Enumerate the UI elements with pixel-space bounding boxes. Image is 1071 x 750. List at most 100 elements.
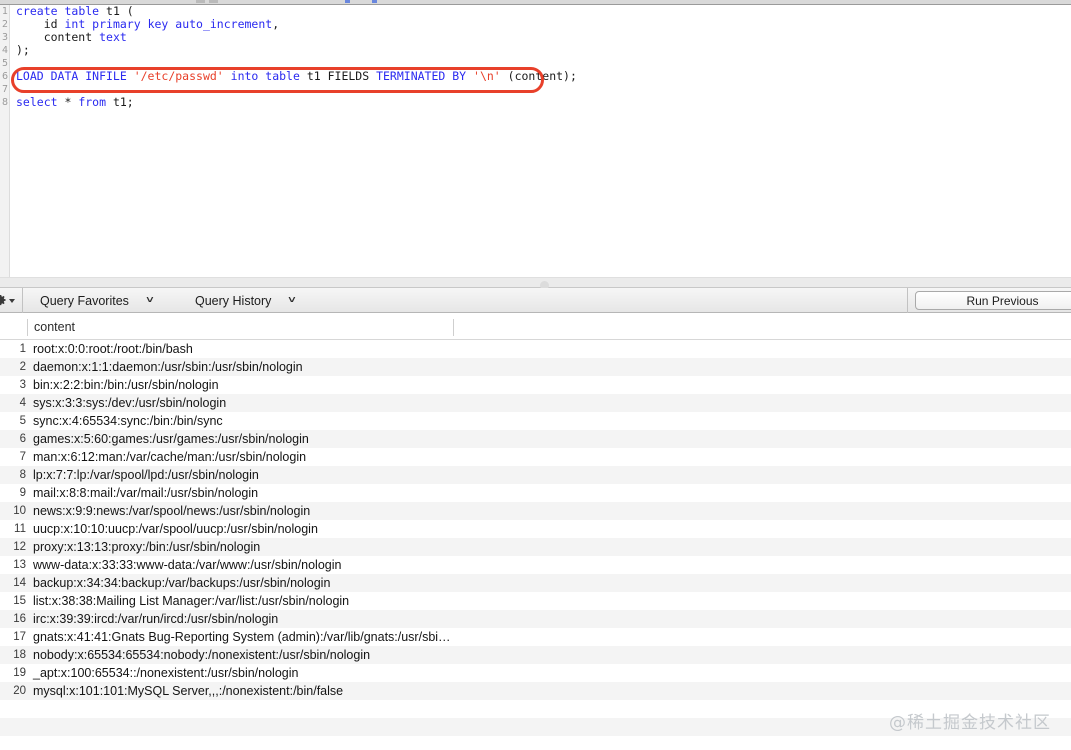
code-token: key	[147, 17, 176, 31]
toolbar-glyph	[196, 0, 205, 3]
code-line[interactable]: 6 LOAD DATA INFILE '/etc/passwd' into tab…	[0, 70, 1071, 83]
code-line[interactable]: 2 id int primary key auto_increment,	[0, 18, 1071, 31]
grid-header-row: content	[0, 313, 1071, 340]
code-token: content	[16, 30, 100, 44]
row-number: 1	[19, 343, 26, 355]
table-row[interactable]: 14 backup:x:34:34:backup:/var/backups:/us…	[0, 574, 1071, 592]
row-number: 18	[13, 649, 26, 661]
table-row[interactable]: 19 _apt:x:100:65534::/nonexistent:/usr/sb…	[0, 664, 1071, 682]
sql-editor-pane[interactable]: 1 create table t1 (2 id int primary key a…	[0, 5, 1071, 277]
row-content-cell[interactable]: sys:x:3:3:sys:/dev:/usr/sbin/nologin	[27, 396, 226, 410]
code-token: (content);	[500, 69, 577, 83]
table-row[interactable]: 15 list:x:38:38:Mailing List Manager:/var…	[0, 592, 1071, 610]
row-number: 14	[13, 577, 26, 589]
code-token: select	[16, 95, 65, 109]
toolbar-divider	[907, 288, 908, 313]
code-token: t1	[306, 69, 328, 83]
chevron-down-icon: ˅	[288, 295, 296, 306]
row-content-cell[interactable]: lp:x:7:7:lp:/var/spool/lpd:/usr/sbin/nol…	[27, 468, 259, 482]
table-row[interactable]: 12 proxy:x:13:13:proxy:/bin:/usr/sbin/nol…	[0, 538, 1071, 556]
toolbar-glyph-accent	[372, 0, 377, 3]
watermark: @稀土掘金技术社区	[889, 713, 1051, 733]
code-token: TERMINATED	[376, 69, 453, 83]
row-content-cell[interactable]: gnats:x:41:41:Gnats Bug-Reporting System…	[27, 630, 451, 644]
table-row[interactable]: 8 lp:x:7:7:lp:/var/spool/lpd:/usr/sbin/no…	[0, 466, 1071, 484]
table-row[interactable]: 7 man:x:6:12:man:/var/cache/man:/usr/sbin…	[0, 448, 1071, 466]
table-row[interactable]: 9 mail:x:8:8:mail:/var/mail:/usr/sbin/nol…	[0, 484, 1071, 502]
code-token: auto_increment	[175, 17, 273, 31]
gear-icon	[0, 294, 6, 306]
row-content-cell[interactable]: backup:x:34:34:backup:/var/backups:/usr/…	[27, 576, 330, 590]
code-token: text	[99, 30, 127, 44]
code-token: *	[64, 95, 79, 109]
code-token: ,	[272, 17, 280, 31]
toolbar-glyph-accent	[345, 0, 350, 3]
row-number: 20	[13, 685, 26, 697]
query-favorites-menu[interactable]: Query Favorites ˅	[40, 288, 153, 313]
row-content-cell[interactable]: daemon:x:1:1:daemon:/usr/sbin:/usr/sbin/…	[27, 360, 303, 374]
row-number: 13	[13, 559, 26, 571]
table-row[interactable]: 16 irc:x:39:39:ircd:/var/run/ircd:/usr/sb…	[0, 610, 1071, 628]
column-divider[interactable]	[453, 319, 454, 336]
row-number: 12	[13, 541, 26, 553]
code-token: from	[78, 95, 113, 109]
row-number: 16	[13, 613, 26, 625]
table-row[interactable]: 11 uucp:x:10:10:uucp:/var/spool/uucp:/usr…	[0, 520, 1071, 538]
row-content-cell[interactable]: irc:x:39:39:ircd:/var/run/ircd:/usr/sbin…	[27, 612, 278, 626]
row-content-cell[interactable]: mail:x:8:8:mail:/var/mail:/usr/sbin/nolo…	[27, 486, 258, 500]
results-grid: content 1 root:x:0:0:root:/root:/bin/bash…	[0, 313, 1071, 750]
row-content-cell[interactable]: _apt:x:100:65534::/nonexistent:/usr/sbin…	[27, 666, 298, 680]
table-row[interactable]: 17 gnats:x:41:41:Gnats Bug-Reporting Syst…	[0, 628, 1071, 646]
query-history-label: Query History	[195, 293, 272, 308]
code-token: table	[265, 69, 307, 83]
sql-client-window: 1 create table t1 (2 id int primary key a…	[0, 0, 1071, 750]
table-row[interactable]: 1 root:x:0:0:root:/root:/bin/bash	[0, 340, 1071, 358]
row-content-cell[interactable]: uucp:x:10:10:uucp:/var/spool/uucp:/usr/s…	[27, 522, 318, 536]
code-token: FIELDS	[327, 69, 377, 83]
code-token: '\n'	[473, 69, 501, 83]
line-number: 7	[1, 84, 8, 95]
code-token: t1;	[112, 95, 134, 109]
table-row[interactable]: 10 news:x:9:9:news:/var/spool/news:/usr/s…	[0, 502, 1071, 520]
sql-code-area[interactable]: 1 create table t1 (2 id int primary key a…	[0, 5, 1071, 277]
row-content-cell[interactable]: man:x:6:12:man:/var/cache/man:/usr/sbin/…	[27, 450, 306, 464]
row-number: 10	[13, 505, 26, 517]
chevron-down-icon	[9, 298, 15, 303]
code-line[interactable]: 3 content text	[0, 31, 1071, 44]
pane-splitter[interactable]	[0, 277, 1071, 290]
table-row[interactable]: 4 sys:x:3:3:sys:/dev:/usr/sbin/nologin	[0, 394, 1071, 412]
code-token: t1 (	[106, 4, 134, 18]
table-row[interactable]: 20 mysql:x:101:101:MySQL Server,,,:/nonex…	[0, 682, 1071, 700]
column-header-content[interactable]: content	[28, 313, 75, 340]
code-token: create	[16, 4, 65, 18]
row-content-cell[interactable]: root:x:0:0:root:/root:/bin/bash	[27, 342, 193, 356]
code-token: '/etc/passwd'	[133, 69, 224, 83]
table-row[interactable]: 13 www-data:x:33:33:www-data:/var/www:/us…	[0, 556, 1071, 574]
code-token: id	[16, 17, 65, 31]
row-content-cell[interactable]: nobody:x:65534:65534:nobody:/nonexistent…	[27, 648, 370, 662]
code-line[interactable]: 8 select * from t1;	[0, 96, 1071, 109]
table-row[interactable]: 2 daemon:x:1:1:daemon:/usr/sbin:/usr/sbin…	[0, 358, 1071, 376]
code-line[interactable]: 7	[0, 83, 1071, 96]
row-content-cell[interactable]: news:x:9:9:news:/var/spool/news:/usr/sbi…	[27, 504, 310, 518]
row-content-cell[interactable]: proxy:x:13:13:proxy:/bin:/usr/sbin/nolog…	[27, 540, 260, 554]
row-number: 8	[19, 469, 26, 481]
run-previous-button[interactable]: Run Previous	[915, 291, 1071, 310]
line-number: 4	[1, 45, 8, 56]
row-content-cell[interactable]: mysql:x:101:101:MySQL Server,,,:/nonexis…	[27, 684, 343, 698]
table-row[interactable]: 3 bin:x:2:2:bin:/bin:/usr/sbin/nologin	[0, 376, 1071, 394]
row-content-cell[interactable]: bin:x:2:2:bin:/bin:/usr/sbin/nologin	[27, 378, 219, 392]
row-content-cell[interactable]: list:x:38:38:Mailing List Manager:/var/l…	[27, 594, 349, 608]
table-row[interactable]: 18 nobody:x:65534:65534:nobody:/nonexiste…	[0, 646, 1071, 664]
row-content-cell[interactable]: games:x:5:60:games:/usr/games:/usr/sbin/…	[27, 432, 309, 446]
code-token: );	[16, 43, 30, 57]
table-row[interactable]: 6 games:x:5:60:games:/usr/games:/usr/sbin…	[0, 430, 1071, 448]
query-history-menu[interactable]: Query History ˅	[195, 288, 296, 313]
code-line[interactable]: 4);	[0, 44, 1071, 57]
row-number: 15	[13, 595, 26, 607]
table-row[interactable]: 5 sync:x:4:65534:sync:/bin:/bin/sync	[0, 412, 1071, 430]
row-content-cell[interactable]: www-data:x:33:33:www-data:/var/www:/usr/…	[27, 558, 341, 572]
row-content-cell[interactable]: sync:x:4:65534:sync:/bin:/bin/sync	[27, 414, 223, 428]
line-number: 2	[1, 19, 8, 30]
settings-gear-button[interactable]	[0, 288, 18, 313]
